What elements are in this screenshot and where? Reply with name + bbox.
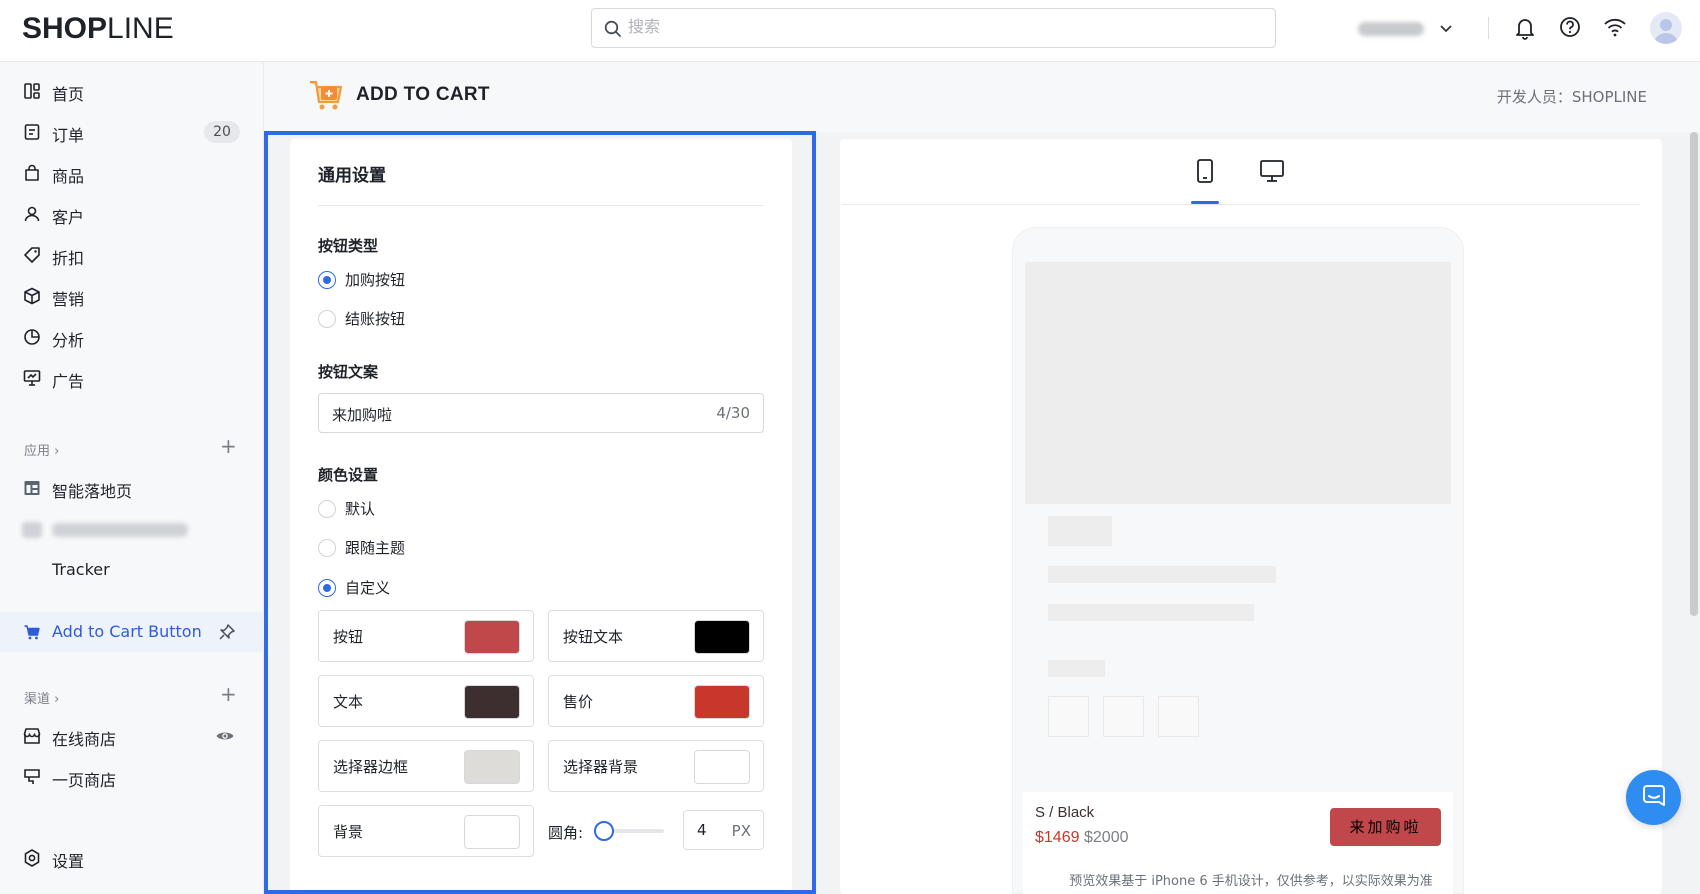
phone-preview: S / Black $1469 $2000 来加购啦 (1012, 227, 1464, 894)
desktop-icon[interactable] (1258, 157, 1286, 185)
sidebar-item-tracker[interactable]: Tracker (0, 550, 264, 590)
store-name-blurred (1358, 22, 1424, 36)
sidebar-item-label: 在线商店 (52, 730, 117, 749)
sidebar-item-label: 折扣 (52, 249, 85, 268)
shopline-logo[interactable]: SHOPLINE (22, 12, 174, 46)
product-image-placeholder (1025, 262, 1451, 504)
help-icon[interactable] (1559, 16, 1581, 38)
skeleton-line (1048, 660, 1105, 677)
order-count-badge: 20 (204, 121, 240, 143)
sidebar-item-settings[interactable]: 设置 (0, 838, 264, 878)
sidebar-item-online-store[interactable]: 在线商店 (0, 716, 264, 756)
sidebar: 首页 订单 20 商品 客户 折扣 营销 分析 广告 应用 › + 智能落地页 … (0, 62, 264, 894)
pin-icon[interactable] (218, 623, 236, 641)
bag-icon (25, 164, 39, 181)
avatar[interactable] (1650, 12, 1682, 44)
sidebar-item-marketing[interactable]: 营销 (0, 276, 264, 316)
scrollbar[interactable] (1690, 132, 1698, 616)
layout-icon (24, 481, 40, 495)
search-icon (604, 20, 621, 37)
variant-option-placeholder (1103, 696, 1144, 737)
pie-icon (24, 329, 40, 345)
sidebar-item-label: 广告 (52, 372, 85, 391)
mobile-icon[interactable] (1191, 157, 1219, 185)
ad-icon (23, 370, 41, 386)
eye-icon[interactable] (215, 726, 235, 746)
sidebar-item-discounts[interactable]: 折扣 (0, 235, 264, 275)
cart-icon (24, 625, 40, 640)
order-icon (24, 124, 40, 140)
dashboard-icon (24, 83, 40, 99)
apps-group-label[interactable]: 应用 › (24, 440, 59, 459)
sidebar-item-add-to-cart[interactable]: Add to Cart Button (0, 612, 264, 652)
gear-icon (24, 849, 40, 867)
sidebar-item-one-page-store[interactable]: 一页商店 (0, 757, 264, 797)
sidebar-item-label: 订单 (52, 126, 85, 145)
variant-option-placeholder (1048, 696, 1089, 737)
chevron-down-icon (1440, 25, 1452, 33)
sidebar-item-label: Add to Cart Button (52, 622, 202, 641)
header-divider (1488, 17, 1489, 39)
add-channel-icon[interactable]: + (220, 684, 237, 704)
channels-group-label[interactable]: 渠道 › (24, 688, 59, 707)
page-store-icon (24, 769, 40, 784)
page-title: ADD TO CART (356, 84, 490, 105)
developer-label: 开发人员：SHOPLINE (1496, 88, 1647, 106)
sidebar-item-label: 分析 (52, 331, 85, 350)
sidebar-item-customers[interactable]: 客户 (0, 194, 264, 234)
add-to-cart-button[interactable]: 来加购啦 (1330, 808, 1441, 846)
top-bar: SHOPLINE (0, 0, 1700, 62)
sidebar-item-label: 营销 (52, 290, 85, 309)
preview-note: 预览效果基于 iPhone 6 手机设计，仅供参考，以实际效果为准 (1069, 874, 1433, 889)
sidebar-item-home[interactable]: 首页 (0, 71, 264, 111)
skeleton-line (1048, 604, 1254, 621)
sidebar-item-analytics[interactable]: 分析 (0, 317, 264, 357)
variant-label: S / Black (1035, 804, 1095, 821)
user-icon (24, 206, 40, 222)
highlight-box (264, 131, 816, 894)
sidebar-item-blurred[interactable] (22, 520, 192, 538)
sidebar-item-label: Tracker (52, 560, 110, 579)
sidebar-item-label: 首页 (52, 85, 85, 104)
add-app-icon[interactable]: + (220, 436, 237, 456)
skeleton-line (1048, 516, 1112, 546)
preview-panel: S / Black $1469 $2000 来加购啦 预览效果基于 iPhone… (840, 139, 1662, 894)
variant-option-placeholder (1158, 696, 1199, 737)
chat-button[interactable] (1626, 770, 1681, 825)
store-selector[interactable] (1358, 16, 1458, 40)
sale-price: $1469 (1035, 829, 1080, 846)
sidebar-item-landing-page[interactable]: 智能落地页 (0, 468, 264, 508)
sidebar-item-products[interactable]: 商品 (0, 153, 264, 193)
search-bar[interactable] (591, 8, 1276, 48)
app-cart-logo (310, 80, 343, 110)
chat-icon (1643, 785, 1665, 806)
sidebar-item-ads[interactable]: 广告 (0, 358, 264, 398)
wifi-icon[interactable] (1603, 16, 1627, 38)
page-header: ADD TO CART 开发人员：SHOPLINE (264, 62, 1700, 132)
sidebar-item-label: 智能落地页 (52, 482, 133, 501)
search-input[interactable] (628, 17, 1228, 36)
sidebar-item-label: 客户 (52, 208, 85, 227)
sidebar-item-label: 一页商店 (52, 771, 117, 790)
bell-icon[interactable] (1514, 16, 1536, 40)
box-icon (24, 287, 40, 305)
original-price: $2000 (1084, 829, 1129, 846)
store-icon (23, 728, 41, 744)
tag-icon (24, 247, 40, 263)
skeleton-line (1048, 566, 1276, 583)
sidebar-item-label: 商品 (52, 167, 85, 186)
divider (842, 204, 1640, 205)
sidebar-item-orders[interactable]: 订单 20 (0, 112, 264, 152)
sidebar-item-label: 设置 (52, 852, 85, 871)
